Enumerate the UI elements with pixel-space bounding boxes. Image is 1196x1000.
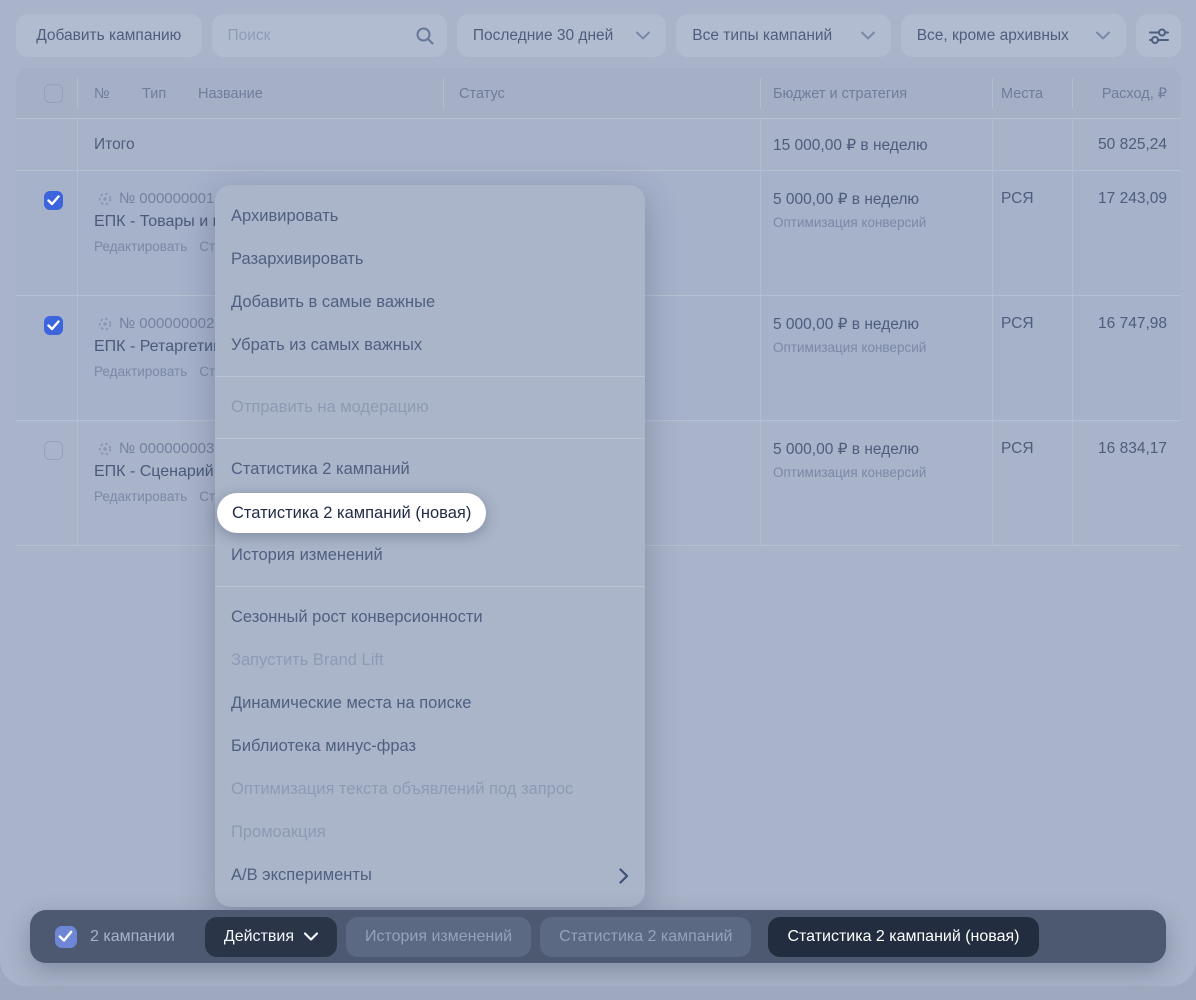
campaign-places: РСЯ — [1001, 190, 1034, 208]
menu-item-text-optimization: Оптимизация текста объявлений под запрос — [215, 768, 645, 811]
selection-count-label: 2 кампании — [90, 928, 175, 946]
campaign-places: РСЯ — [1001, 315, 1034, 333]
menu-divider — [215, 586, 645, 587]
col-name: Название — [198, 86, 263, 102]
campaign-type-value: Все типы кампаний — [692, 27, 832, 45]
menu-item-send-moderation: Отправить на модерацию — [215, 386, 645, 429]
search-input[interactable] — [228, 27, 398, 45]
col-budget: Бюджет и стратегия — [773, 86, 907, 102]
campaign-strategy: Оптимизация конверсий — [773, 215, 926, 230]
campaign-places: РСЯ — [1001, 440, 1034, 458]
chevron-right-icon — [619, 868, 629, 884]
campaign-spend: 16 747,98 — [1098, 315, 1167, 333]
campaign-type-icon — [98, 442, 112, 456]
menu-item-archive[interactable]: Архивировать — [215, 195, 645, 238]
totals-row: Итого 15 000,00 ₽ в неделю 50 825,24 — [16, 119, 1181, 171]
actions-context-menu: Архивировать Разархивировать Добавить в … — [215, 185, 645, 907]
menu-item-stats-new-spotlight[interactable]: Статистика 2 кампаний (новая) — [217, 493, 486, 533]
select-all-checkbox[interactable] — [44, 84, 63, 103]
menu-divider — [215, 376, 645, 377]
selection-checkbox[interactable] — [55, 926, 77, 948]
col-status: Статус — [459, 86, 505, 102]
chevron-down-icon — [861, 31, 875, 40]
row-checkbox-checked[interactable] — [44, 316, 63, 335]
menu-item-seasonal-boost[interactable]: Сезонный рост конверсионности — [215, 596, 645, 639]
totals-budget: 15 000,00 ₽ в неделю — [773, 136, 928, 155]
date-range-select[interactable]: Последние 30 дней — [457, 14, 666, 57]
col-spend: Расход, ₽ — [1102, 86, 1167, 102]
chevron-down-icon — [636, 31, 650, 40]
actions-dropdown-button[interactable]: Действия — [205, 917, 337, 957]
campaign-spend: 17 243,09 — [1098, 190, 1167, 208]
row-checkbox-checked[interactable] — [44, 191, 63, 210]
campaign-type-select[interactable]: Все типы кампаний — [676, 14, 890, 57]
edit-link[interactable]: Редактировать — [94, 489, 187, 504]
campaign-budget: 5 000,00 ₽ в неделю — [773, 440, 919, 459]
menu-item-brand-lift: Запустить Brand Lift — [215, 639, 645, 682]
menu-item-change-history[interactable]: История изменений — [215, 534, 645, 577]
col-type: Тип — [142, 86, 166, 102]
search-field[interactable] — [212, 14, 447, 57]
campaign-name[interactable]: ЕПК - Товары и ка — [94, 213, 229, 231]
history-button[interactable]: История изменений — [346, 917, 531, 957]
col-places: Места — [1001, 86, 1043, 102]
search-icon — [415, 26, 435, 46]
ab-experiments-label: А/В эксперименты — [231, 854, 372, 897]
menu-item-dynamic-places[interactable]: Динамические места на поиске — [215, 682, 645, 725]
actions-button-label: Действия — [224, 928, 294, 946]
sliders-icon — [1148, 26, 1170, 46]
campaign-budget: 5 000,00 ₽ в неделю — [773, 315, 919, 334]
campaign-budget: 5 000,00 ₽ в неделю — [773, 190, 919, 209]
archive-filter-value: Все, кроме архивных — [917, 27, 1069, 45]
filter-settings-button[interactable] — [1136, 14, 1181, 57]
stats-button[interactable]: Статистика 2 кампаний — [540, 917, 751, 957]
add-campaign-button[interactable]: Добавить кампанию — [16, 14, 202, 57]
menu-divider — [215, 438, 645, 439]
col-number: № — [94, 86, 110, 102]
selection-action-bar: 2 кампании Действия История изменений Ст… — [30, 910, 1166, 963]
menu-item-stats[interactable]: Статистика 2 кампаний — [215, 448, 645, 491]
date-range-value: Последние 30 дней — [473, 27, 613, 45]
menu-item-promo: Промоакция — [215, 811, 645, 854]
campaign-name[interactable]: ЕПК - Ретаргетинг — [94, 338, 228, 356]
menu-item-ab-experiments[interactable]: А/В эксперименты — [215, 854, 645, 897]
archive-filter-select[interactable]: Все, кроме архивных — [901, 14, 1126, 57]
totals-spend: 50 825,24 — [1098, 136, 1167, 154]
totals-label: Итого — [94, 136, 135, 154]
edit-link[interactable]: Редактировать — [94, 364, 187, 379]
edit-link[interactable]: Редактировать — [94, 239, 187, 254]
campaign-strategy: Оптимизация конверсий — [773, 465, 926, 480]
chevron-down-icon — [304, 932, 318, 941]
menu-item-unarchive[interactable]: Разархивировать — [215, 238, 645, 281]
campaign-number: № 000000002 — [119, 315, 214, 332]
campaign-spend: 16 834,17 — [1098, 440, 1167, 458]
menu-item-minus-phrases[interactable]: Библиотека минус-фраз — [215, 725, 645, 768]
campaigns-page: Добавить кампанию Последние 30 дней Все … — [0, 0, 1196, 986]
menu-item-add-important[interactable]: Добавить в самые важные — [215, 281, 645, 324]
campaign-name[interactable]: ЕПК - Сценарий Н — [94, 463, 230, 481]
campaign-number: № 000000003 — [119, 440, 214, 457]
row-checkbox-unchecked[interactable] — [44, 441, 63, 460]
campaign-number: № 000000001 — [119, 190, 214, 207]
toolbar: Добавить кампанию Последние 30 дней Все … — [16, 14, 1181, 57]
table-header: № Тип Название Статус Бюджет и стратегия… — [16, 68, 1181, 119]
menu-item-remove-important[interactable]: Убрать из самых важных — [215, 324, 645, 367]
chevron-down-icon — [1096, 31, 1110, 40]
campaign-type-icon — [98, 192, 112, 206]
stats-new-button[interactable]: Статистика 2 кампаний (новая) — [768, 917, 1038, 957]
campaign-type-icon — [98, 317, 112, 331]
campaign-strategy: Оптимизация конверсий — [773, 340, 926, 355]
